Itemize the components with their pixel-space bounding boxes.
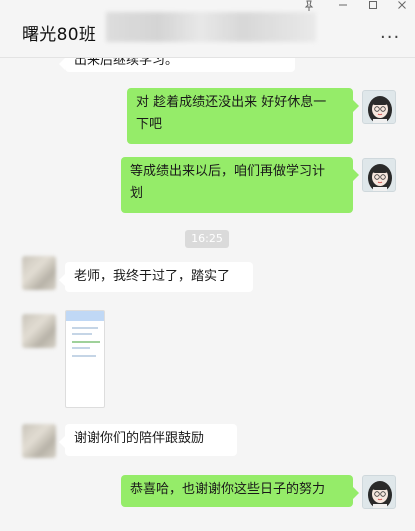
message-bubble[interactable]: 对 趁着成绩还没出来 好好休息一 下吧 — [127, 88, 359, 144]
maximize-icon[interactable] — [360, 0, 386, 14]
self-avatar[interactable] — [362, 158, 396, 192]
contact-avatar[interactable] — [22, 256, 56, 290]
message-bubble[interactable]: 出来后继续学习。 — [59, 58, 295, 72]
message-text: 恭喜哈，也谢谢你这些日子的努力 — [130, 482, 326, 497]
self-avatar[interactable] — [362, 475, 396, 509]
contact-avatar[interactable] — [22, 314, 56, 348]
title-redacted-area — [106, 12, 316, 42]
more-options-button[interactable]: ··· — [380, 27, 400, 48]
message-text: 老师，我终于过了，踏实了 — [74, 269, 231, 284]
thumbnail-line — [72, 333, 92, 335]
chat-title: 曙光80班 — [22, 25, 97, 45]
message-text-line: 下吧 — [136, 117, 163, 132]
message-text-line: 对 趁着成绩还没出来 好好休息一 — [136, 95, 327, 110]
message-bubble[interactable]: 谢谢你们的陪伴跟鼓励 — [59, 424, 237, 456]
image-message-thumbnail[interactable] — [65, 310, 105, 408]
message-bubble[interactable]: 等成绩出来以后，咱们再做学习计 划 — [121, 157, 359, 213]
message-text-line: 划 — [130, 186, 144, 201]
thumbnail-line — [72, 341, 100, 343]
chat-header: 曙光80班 ··· — [0, 0, 415, 58]
chat-message-list[interactable]: 出来后继续学习。 对 趁着成绩还没出来 好好休息一 下吧 等成绩出来以后，咱们再… — [0, 58, 415, 531]
thumbnail-line — [72, 327, 98, 329]
contact-avatar[interactable] — [22, 424, 56, 458]
minimize-icon[interactable] — [330, 0, 356, 14]
pin-icon[interactable] — [296, 0, 322, 14]
message-text-line: 等成绩出来以后，咱们再做学习计 — [130, 164, 326, 179]
message-bubble[interactable]: 恭喜哈，也谢谢你这些日子的努力 — [121, 475, 359, 507]
message-text: 谢谢你们的陪伴跟鼓励 — [74, 431, 205, 446]
message-bubble[interactable]: 老师，我终于过了，踏实了 — [59, 262, 253, 292]
close-icon[interactable] — [389, 0, 415, 14]
timestamp: 16:25 — [185, 230, 229, 248]
message-text: 出来后继续学习。 — [74, 58, 179, 68]
self-avatar[interactable] — [362, 90, 396, 124]
thumbnail-line — [72, 347, 90, 349]
thumbnail-header — [66, 311, 104, 321]
thumbnail-line — [72, 355, 96, 357]
